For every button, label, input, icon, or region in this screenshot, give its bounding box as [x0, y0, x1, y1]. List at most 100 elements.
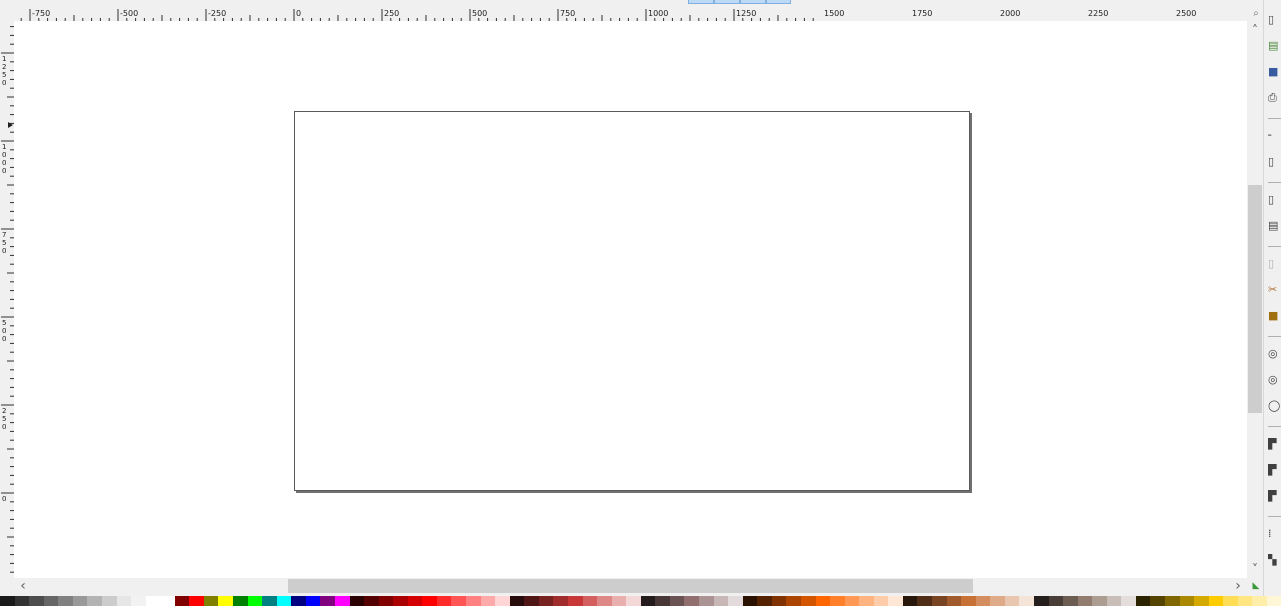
scroll-left-arrow-icon[interactable]: ‹ — [16, 579, 30, 593]
color-swatch[interactable] — [116, 596, 132, 606]
color-swatch[interactable] — [888, 596, 903, 606]
scroll-right-arrow-icon[interactable]: › — [1231, 579, 1245, 593]
color-swatch[interactable] — [101, 596, 117, 606]
color-swatch[interactable] — [131, 596, 146, 606]
color-swatch[interactable] — [451, 596, 466, 606]
color-swatch[interactable] — [1004, 596, 1020, 606]
color-swatch[interactable] — [553, 596, 568, 606]
duplicate-icon[interactable]: ▛ — [1268, 438, 1280, 450]
toolbar-tab-2[interactable] — [714, 0, 740, 4]
color-swatch[interactable] — [407, 596, 423, 606]
color-swatch[interactable] — [844, 596, 860, 606]
color-swatch[interactable] — [699, 596, 714, 606]
toolbar-tab-3[interactable] — [740, 0, 766, 4]
color-swatch[interactable] — [320, 596, 335, 606]
color-swatch[interactable] — [917, 596, 932, 606]
color-swatch[interactable] — [0, 596, 15, 606]
color-swatch[interactable] — [305, 596, 321, 606]
color-swatch[interactable] — [1106, 596, 1122, 606]
color-swatch[interactable] — [174, 596, 190, 606]
color-swatch[interactable] — [815, 596, 831, 606]
color-swatch[interactable] — [43, 596, 59, 606]
document-page[interactable] — [294, 111, 970, 491]
color-swatch[interactable] — [961, 596, 976, 606]
toolbar-tab-1[interactable] — [688, 0, 714, 4]
zoom-icon[interactable]: ⌕ — [1249, 7, 1263, 21]
color-swatch[interactable] — [334, 596, 350, 606]
group-icon[interactable]: ⁞ — [1268, 528, 1280, 540]
vertical-scroll-thumb[interactable] — [1248, 185, 1262, 413]
color-swatch[interactable] — [1194, 596, 1209, 606]
color-swatch[interactable] — [276, 596, 292, 606]
color-swatch[interactable] — [247, 596, 263, 606]
color-swatch[interactable] — [713, 596, 729, 606]
cut-icon[interactable]: ✂ — [1268, 284, 1280, 296]
export-icon[interactable]: ▯ — [1268, 156, 1280, 168]
color-swatch[interactable] — [655, 596, 670, 606]
color-swatch[interactable] — [14, 596, 30, 606]
color-swatch[interactable] — [189, 596, 204, 606]
color-swatch[interactable] — [1165, 596, 1180, 606]
color-swatch[interactable] — [1135, 596, 1151, 606]
color-swatch[interactable] — [1033, 596, 1049, 606]
color-swatch[interactable] — [669, 596, 685, 606]
color-swatch[interactable] — [1121, 596, 1136, 606]
color-swatch[interactable] — [946, 596, 962, 606]
color-swatch[interactable] — [495, 596, 510, 606]
color-swatch[interactable] — [932, 596, 947, 606]
color-swatch[interactable] — [1019, 596, 1034, 606]
color-swatch[interactable] — [1063, 596, 1078, 606]
snap-toggle-icon[interactable]: ◣ — [1249, 580, 1263, 592]
color-swatch[interactable] — [640, 596, 656, 606]
color-swatch[interactable] — [72, 596, 88, 606]
color-swatch[interactable] — [611, 596, 627, 606]
color-swatch[interactable] — [1048, 596, 1064, 606]
color-swatch[interactable] — [1150, 596, 1165, 606]
color-swatch[interactable] — [684, 596, 699, 606]
color-swatch[interactable] — [786, 596, 801, 606]
color-swatch[interactable] — [160, 596, 175, 606]
print-icon[interactable]: ⎙ — [1268, 92, 1280, 104]
color-swatch[interactable] — [538, 596, 554, 606]
color-swatch[interactable] — [509, 596, 525, 606]
color-swatch[interactable] — [1077, 596, 1093, 606]
color-swatch[interactable] — [859, 596, 874, 606]
color-swatch[interactable] — [203, 596, 219, 606]
horizontal-scroll-thumb[interactable] — [288, 579, 973, 593]
clone-icon[interactable]: ▛ — [1268, 464, 1280, 476]
color-swatch[interactable] — [466, 596, 481, 606]
color-swatch[interactable] — [436, 596, 452, 606]
unlink-clone-icon[interactable]: ▛ — [1268, 490, 1280, 502]
scroll-up-arrow-icon[interactable]: ˄ — [1248, 23, 1262, 37]
color-swatch[interactable] — [87, 596, 102, 606]
color-swatch[interactable] — [830, 596, 845, 606]
color-swatch[interactable] — [29, 596, 44, 606]
color-swatch[interactable] — [1237, 596, 1253, 606]
color-swatch[interactable] — [378, 596, 394, 606]
color-swatch[interactable] — [902, 596, 918, 606]
open-file-icon[interactable]: ▤ — [1268, 40, 1280, 52]
color-swatch[interactable] — [291, 596, 306, 606]
color-swatch[interactable] — [58, 596, 73, 606]
scroll-down-arrow-icon[interactable]: ˅ — [1248, 562, 1262, 576]
color-swatch[interactable] — [262, 596, 277, 606]
color-swatch[interactable] — [1266, 596, 1281, 606]
color-swatch[interactable] — [218, 596, 233, 606]
color-swatch[interactable] — [742, 596, 758, 606]
color-swatch[interactable] — [800, 596, 816, 606]
color-swatch[interactable] — [728, 596, 743, 606]
color-swatch[interactable] — [873, 596, 889, 606]
color-swatch[interactable] — [233, 596, 248, 606]
color-swatch[interactable] — [597, 596, 612, 606]
zoom-drawing-icon[interactable]: ◎ — [1268, 374, 1280, 386]
toolbar-tab-4[interactable] — [766, 0, 791, 4]
color-swatch[interactable] — [990, 596, 1005, 606]
zoom-page-icon[interactable]: ◯ — [1268, 400, 1280, 412]
color-swatch[interactable] — [582, 596, 598, 606]
color-swatch[interactable] — [364, 596, 379, 606]
horizontal-ruler[interactable]: -750 -500 -250 0 250 500 750 1000 1250 1500 1750 20… — [14, 7, 1247, 21]
color-swatch[interactable] — [975, 596, 991, 606]
color-swatch[interactable] — [757, 596, 772, 606]
color-swatch[interactable] — [393, 596, 408, 606]
color-swatch[interactable] — [771, 596, 787, 606]
